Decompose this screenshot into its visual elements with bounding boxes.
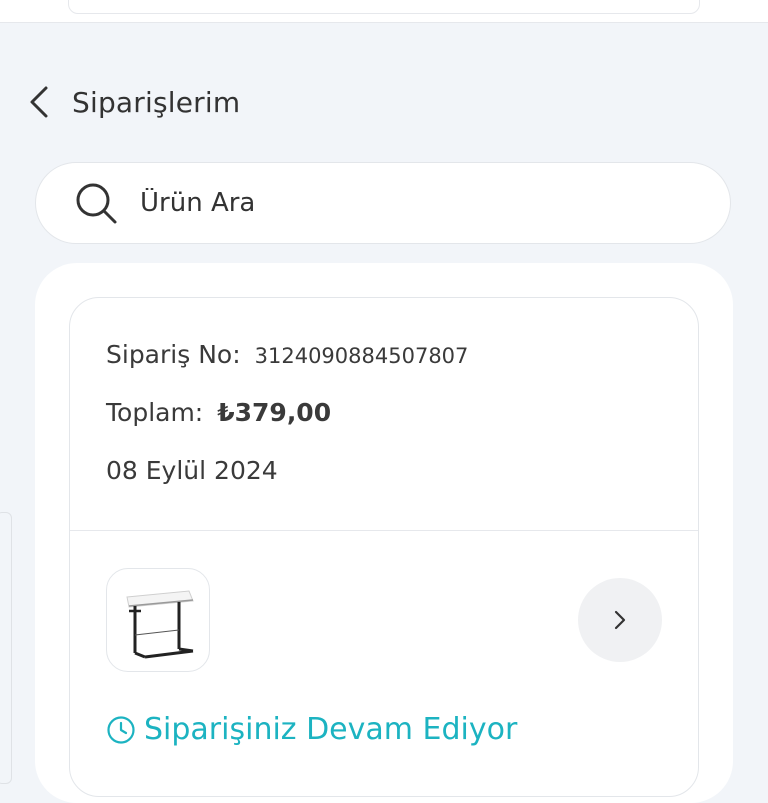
search-input[interactable]: [138, 187, 662, 219]
order-number-value: 3124090884507807: [254, 344, 469, 368]
order-number-row: Sipariş No: 3124090884507807: [106, 340, 468, 369]
search-bar[interactable]: [35, 162, 731, 244]
order-date-row: 08 Eylül 2024: [106, 456, 278, 485]
order-card[interactable]: Sipariş No: 3124090884507807 Toplam: ₺37…: [69, 297, 699, 797]
order-detail-button[interactable]: [578, 578, 662, 662]
back-button[interactable]: [28, 78, 64, 126]
chevron-left-icon: [30, 86, 48, 118]
order-number-label: Sipariş No:: [106, 340, 241, 369]
top-bar-pill: [68, 0, 700, 14]
order-status: Siparişiniz Devam Ediyor: [106, 712, 517, 747]
top-bar-divider: [0, 22, 768, 23]
order-total-value: ₺379,00: [217, 398, 332, 427]
order-status-text: Siparişiniz Devam Ediyor: [144, 712, 518, 747]
page-title: Siparişlerim: [72, 85, 241, 119]
search-icon: [72, 179, 120, 227]
adjacent-panel-edge: [0, 512, 12, 784]
order-total-label: Toplam:: [106, 398, 204, 427]
chevron-right-icon: [614, 610, 626, 630]
card-divider: [70, 530, 698, 531]
order-date: 08 Eylül 2024: [106, 456, 278, 485]
side-table-product-image: [126, 590, 194, 659]
clock-icon: [107, 715, 135, 744]
order-total-row: Toplam: ₺379,00: [106, 398, 331, 427]
page-header: Siparişlerim: [28, 78, 240, 126]
product-thumbnail[interactable]: [106, 568, 210, 672]
top-bar: [0, 0, 768, 22]
